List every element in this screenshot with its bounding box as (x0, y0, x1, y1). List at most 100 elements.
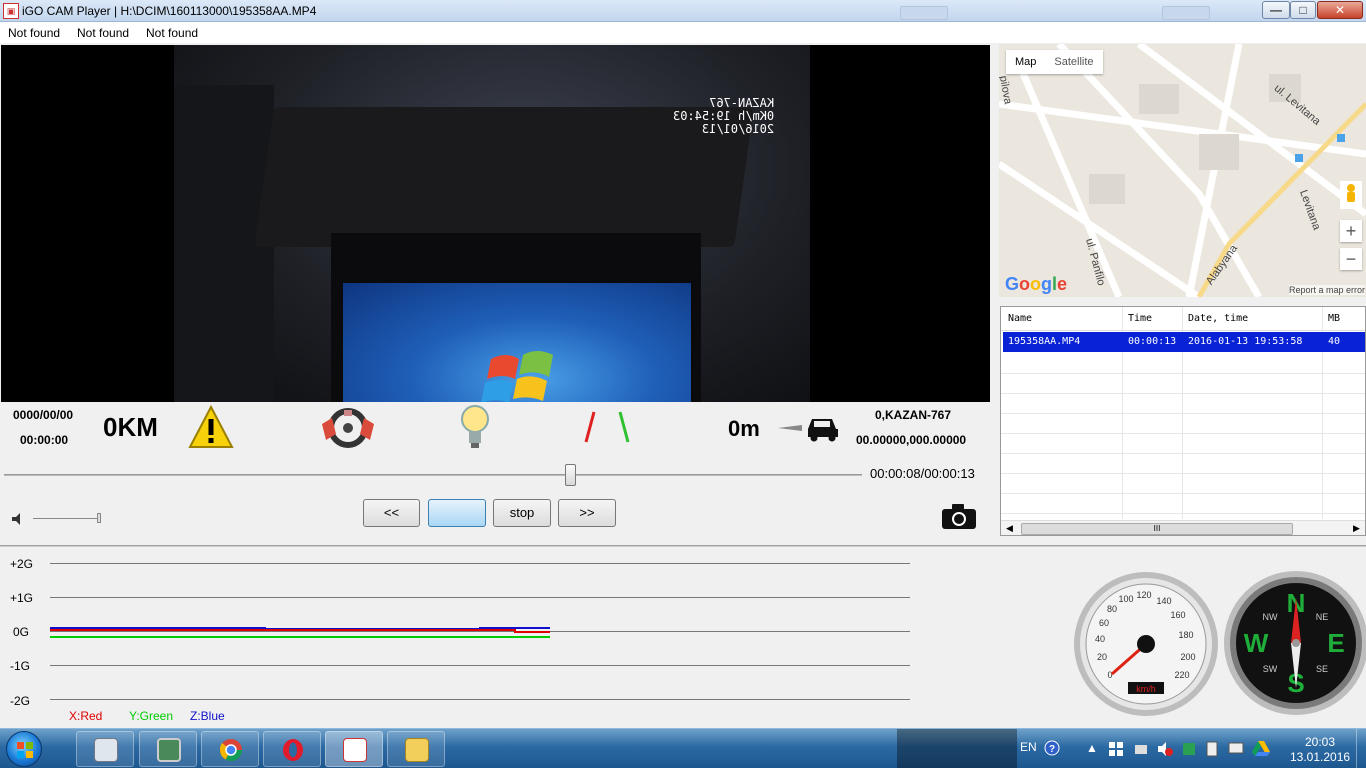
previous-button[interactable]: << (363, 499, 420, 527)
igo-cam-icon (343, 738, 367, 762)
compass-letter: W (1244, 628, 1269, 658)
gps-time: 00:00:00 (20, 433, 69, 447)
clock[interactable]: 20:03 13.01.2016 (1290, 735, 1350, 768)
volume-slider-thumb[interactable] (97, 513, 101, 523)
zoom-out-button[interactable]: − (1340, 248, 1362, 270)
zoom-in-button[interactable]: + (1340, 220, 1362, 242)
maximize-button[interactable]: □ (1290, 1, 1316, 19)
column-header-mb[interactable]: MB (1328, 313, 1340, 324)
warning-icon (188, 405, 234, 448)
titlebar-decoration (900, 6, 948, 20)
show-desktop-button[interactable] (1356, 729, 1366, 768)
scrollbar-thumb[interactable]: III (1021, 523, 1293, 535)
camera-icon[interactable] (940, 502, 978, 530)
language-indicator[interactable]: EN (1020, 740, 1037, 768)
taskbar-explorer[interactable] (387, 731, 445, 767)
map-streets (999, 44, 1366, 297)
file-row[interactable]: 195358AA.MP4 00:00:13 2016-01-13 19:53:5… (1003, 332, 1365, 352)
compass-minor: NE (1316, 612, 1329, 622)
show-hidden-icons-arrow[interactable]: ▲ (1086, 741, 1098, 768)
clock-date: 13.01.2016 (1290, 750, 1351, 764)
stop-button[interactable]: stop (493, 499, 551, 527)
report-map-error-link[interactable]: Report a map error (1289, 285, 1366, 295)
speedometer-tick: 120 (1136, 590, 1151, 600)
taskbar-opera[interactable] (263, 731, 321, 767)
title-bar: ▣ iGO CAM Player | H:\DCIM\160113000\195… (0, 0, 1366, 22)
graph-y-label: +1G (10, 591, 34, 605)
light-bulb-icon (461, 405, 489, 448)
column-header-name[interactable]: Name (1008, 313, 1032, 324)
speedometer-tick: 160 (1170, 610, 1185, 620)
usb-icon[interactable] (1204, 741, 1220, 757)
device-label: 0,KAZAN-767 (875, 408, 952, 422)
pegman-icon[interactable] (1340, 181, 1362, 209)
compass-letter: E (1327, 628, 1344, 658)
legend-y: Y:Green (129, 709, 174, 723)
graph-gridline (50, 665, 910, 666)
monitor-tray-icon[interactable] (1228, 741, 1244, 757)
speedometer-gauge: 0 20 40 60 80 100 120 140 160 180 200 22… (1074, 572, 1218, 716)
menu-item[interactable]: Not found (146, 26, 198, 40)
taskbar: EN ? ▲ 20:03 13.01.2016 (0, 728, 1366, 768)
green-tray-icon[interactable] (1182, 741, 1196, 757)
tab-satellite[interactable]: Satellite (1045, 50, 1102, 74)
taskbar-chrome[interactable] (201, 731, 259, 767)
taskbar-igo-cam-player[interactable] (325, 731, 383, 767)
horizontal-scrollbar[interactable]: ◀ III ▶ (1001, 520, 1365, 535)
menu-item[interactable]: Not found (77, 26, 129, 40)
tray-icons (1108, 741, 1124, 757)
google-logo: Google (1005, 274, 1068, 294)
calculator-icon (94, 738, 118, 762)
minimize-button[interactable]: — (1262, 1, 1290, 19)
windows-tray-icon[interactable] (1108, 741, 1124, 757)
menu-item[interactable]: Not found (8, 26, 60, 40)
video-frame[interactable]: KAZAN-767 0Km/h 19:54:03 2016/01/13 (1, 45, 990, 402)
speedometer-tick: 20 (1097, 652, 1107, 662)
dashcam-overlay: KAZAN-767 0Km/h 19:54:03 2016/01/13 (673, 96, 775, 136)
section-divider (0, 545, 1366, 547)
compass-minor: SW (1263, 664, 1278, 674)
windows-start-icon (17, 742, 33, 758)
scroll-right-arrow[interactable]: ▶ (1353, 523, 1360, 534)
compass-minor: SE (1316, 664, 1328, 674)
help-icon[interactable]: ? (1044, 740, 1060, 756)
network-icon[interactable] (1133, 741, 1149, 757)
play-pause-button[interactable] (428, 499, 486, 527)
graph-gridline (50, 699, 910, 700)
legend-x: X:Red (69, 709, 103, 723)
speaker-icon[interactable] (10, 511, 26, 527)
lane-lines-icon (584, 411, 630, 443)
column-header-datetime[interactable]: Date, time (1188, 313, 1248, 324)
graph-y-label: 0G (13, 625, 30, 639)
map-view[interactable]: Map Satellite ul. Levitana Levitana Alaby… (999, 44, 1366, 297)
speed-unit: km/h (1136, 684, 1156, 694)
windows-logo (481, 351, 553, 402)
seek-track[interactable] (4, 474, 862, 476)
accel-series (50, 627, 550, 638)
svg-text:?: ? (1049, 744, 1055, 755)
speedometer-tick: 180 (1178, 630, 1193, 640)
taskbar-computer[interactable] (139, 731, 197, 767)
graph-gridline (50, 563, 910, 564)
column-header-time[interactable]: Time (1128, 313, 1152, 324)
google-drive-icon[interactable] (1252, 740, 1270, 756)
close-button[interactable]: ✕ (1317, 1, 1363, 19)
speedometer-tick: 0 (1107, 670, 1112, 680)
volume-track[interactable] (33, 518, 101, 519)
speedometer-tick: 140 (1156, 596, 1171, 606)
window-title: iGO CAM Player | H:\DCIM\160113000\19535… (22, 4, 317, 18)
next-button[interactable]: >> (558, 499, 616, 527)
chrome-icon (219, 739, 242, 761)
volume-muted-icon[interactable] (1156, 741, 1174, 757)
compass-gauge: N E S W NE SE SW NW (1224, 571, 1366, 715)
taskbar-calculator[interactable] (76, 731, 134, 767)
car-icon (778, 419, 838, 442)
folder-icon (405, 738, 429, 762)
opera-icon (283, 739, 303, 761)
steering-wheel-icon (322, 408, 374, 448)
seek-slider-thumb[interactable] (564, 464, 576, 486)
start-button[interactable] (6, 731, 42, 767)
tab-map[interactable]: Map (1006, 50, 1045, 74)
scroll-left-arrow[interactable]: ◀ (1006, 523, 1013, 534)
graph-y-label: -2G (10, 694, 31, 708)
